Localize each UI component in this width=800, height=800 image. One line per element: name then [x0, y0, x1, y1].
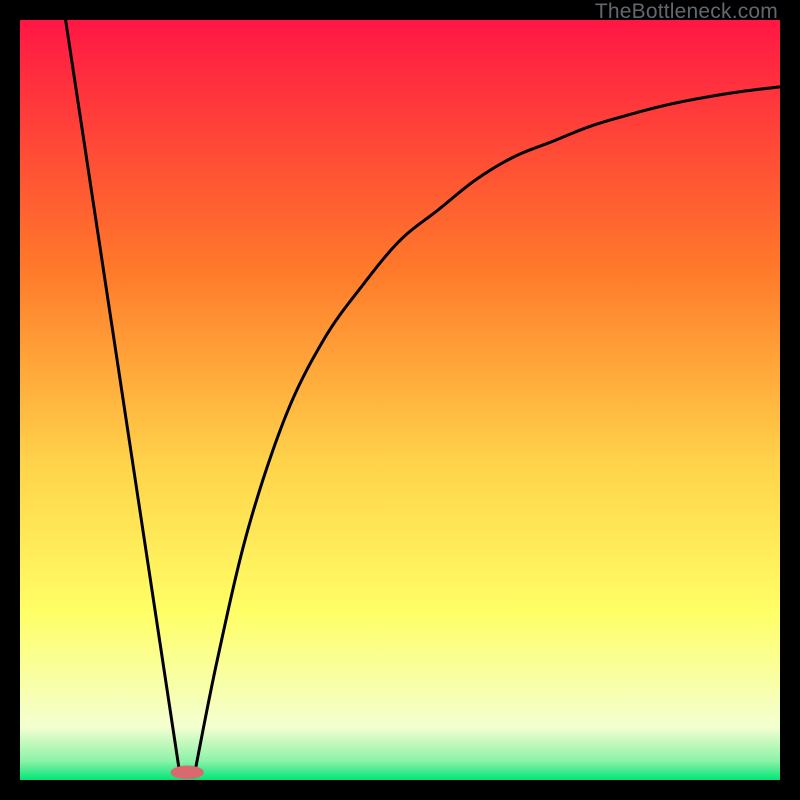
chart-frame	[20, 20, 780, 780]
optimal-marker	[170, 766, 203, 780]
gradient-background	[20, 20, 780, 780]
bottleneck-chart	[20, 20, 780, 780]
watermark-label: TheBottleneck.com	[595, 0, 778, 24]
